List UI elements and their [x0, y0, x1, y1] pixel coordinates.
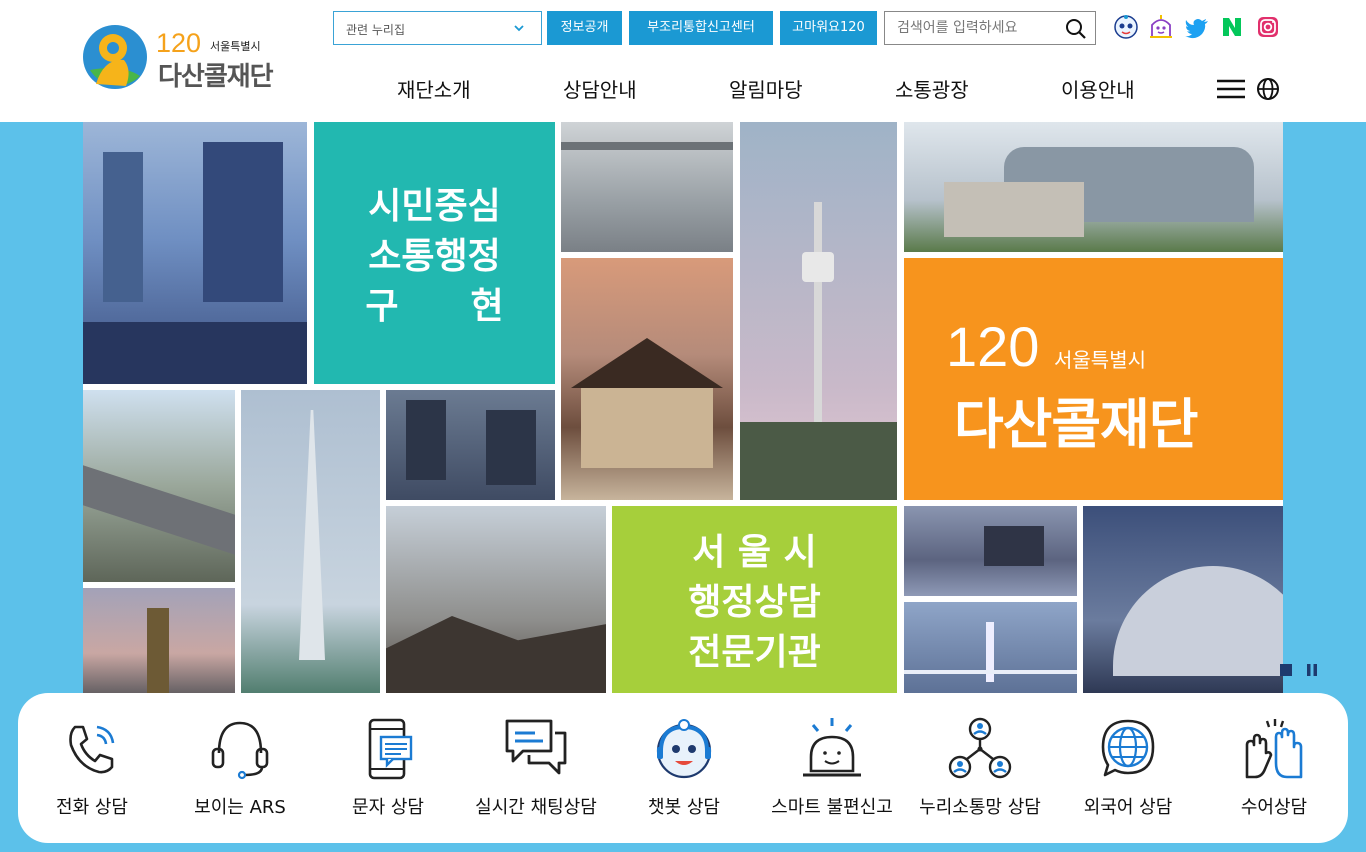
- search-input[interactable]: [885, 12, 1055, 44]
- hero-tile-number: 120: [946, 315, 1040, 378]
- nav-notice[interactable]: 알림마당: [729, 74, 803, 103]
- photo-yeouido: [83, 588, 235, 697]
- nav-foundation-intro[interactable]: 재단소개: [397, 74, 471, 103]
- quick-label: 전화 상담: [56, 797, 128, 818]
- photo-hanok-village: [386, 506, 606, 697]
- slide-stop-icon[interactable]: [1279, 663, 1293, 677]
- quick-label: 수어상담: [1240, 797, 1308, 818]
- sign-language-icon: [1245, 719, 1303, 779]
- photo-han-river-skyline: [904, 506, 1077, 596]
- slogan2-line-2: 행정상담: [688, 582, 821, 623]
- photo-city-hall: [904, 122, 1283, 252]
- quick-sns-counsel[interactable]: 누리소통망 상담: [906, 693, 1054, 843]
- quick-label: 스마트 불편신고: [771, 797, 893, 818]
- site-header: 120 서울특별시 다산콜재단 관련 누리집 정보공개 부조리통합신고센터 고마…: [0, 0, 1366, 122]
- robot-character-icon[interactable]: [1148, 13, 1174, 41]
- photo-lotte-tower: [241, 390, 380, 697]
- related-sites-select[interactable]: 관련 누리집: [333, 11, 542, 45]
- photo-ddp: [1083, 506, 1283, 697]
- logo-subtitle: 서울특별시: [210, 40, 261, 53]
- quick-live-chat[interactable]: 실시간 채팅상담: [462, 693, 610, 843]
- info-disclosure-button[interactable]: 정보공개: [547, 11, 622, 45]
- headset-icon: [211, 721, 269, 780]
- related-sites-label: 관련 누리집: [346, 23, 406, 37]
- photo-namsan-tower: [740, 122, 897, 500]
- search-box: [884, 11, 1096, 45]
- quick-text-counsel[interactable]: 문자 상담: [314, 693, 462, 843]
- chatbot-character-icon[interactable]: [1113, 13, 1139, 41]
- quick-service-menu: 전화 상담 보이는 ARS 문자 상담 실시간 채팅상담 챗봇 상담 스마트 불…: [18, 693, 1348, 843]
- logo-name: 다산콜재단: [158, 62, 274, 92]
- slogan2-line-1: 서 울 시: [692, 532, 817, 573]
- foundation-name-tile: 120 서울특별시 다산콜재단: [904, 258, 1283, 500]
- photo-bridge-night: [904, 602, 1077, 697]
- quick-label: 보이는 ARS: [194, 797, 286, 818]
- quick-foreign-language[interactable]: 외국어 상담: [1054, 693, 1202, 843]
- photo-cheonggyecheon: [83, 122, 307, 384]
- quick-label: 챗봇 상담: [648, 797, 720, 818]
- globe-icon[interactable]: [1256, 77, 1280, 101]
- logo-number: 120: [156, 28, 202, 58]
- slogan-tile-citizen: 시민중심 소통행정 구 현: [314, 122, 555, 384]
- photo-bridge-underpass: [561, 122, 733, 252]
- slogan-line-2: 소통행정: [368, 236, 501, 277]
- quick-phone-counsel[interactable]: 전화 상담: [18, 693, 166, 843]
- slogan2-line-3: 전문기관: [688, 632, 821, 673]
- quick-sign-language[interactable]: 수어상담: [1200, 693, 1348, 843]
- nav-usage-guide[interactable]: 이용안내: [1061, 74, 1135, 103]
- nav-counseling-guide[interactable]: 상담안내: [563, 74, 637, 103]
- alarm-bell-icon: [803, 718, 861, 777]
- mobile-message-icon: [368, 718, 413, 780]
- quick-label: 외국어 상담: [1083, 797, 1173, 818]
- globe-speech-icon: [1101, 719, 1155, 777]
- slogan-line-1: 시민중심: [368, 186, 501, 227]
- corruption-report-button[interactable]: 부조리통합신고센터: [629, 11, 773, 45]
- nav-communication[interactable]: 소통광장: [895, 74, 969, 103]
- photo-highway: [83, 390, 235, 582]
- logo-mark-icon: [83, 25, 147, 89]
- quick-label: 실시간 채팅상담: [475, 797, 597, 818]
- twitter-icon[interactable]: [1184, 13, 1210, 41]
- quick-label: 누리소통망 상담: [919, 797, 1041, 818]
- photo-gangnam: [386, 390, 555, 500]
- thanks-120-button[interactable]: 고마워요120: [780, 11, 877, 45]
- quick-visible-ars[interactable]: 보이는 ARS: [166, 693, 314, 843]
- site-logo[interactable]: 120 서울특별시 다산콜재단: [82, 24, 292, 92]
- instagram-icon[interactable]: [1255, 13, 1281, 41]
- hamburger-menu-icon[interactable]: [1216, 78, 1246, 100]
- quick-chatbot[interactable]: 챗봇 상담: [610, 693, 758, 843]
- chevron-down-icon: [514, 25, 524, 32]
- quick-label: 문자 상담: [352, 797, 424, 818]
- photo-gyeongbokgung-gate: [561, 258, 733, 500]
- slide-pause-icon[interactable]: [1305, 663, 1319, 677]
- hero-tile-name: 다산콜재단: [954, 393, 1198, 456]
- quick-smart-report[interactable]: 스마트 불편신고: [758, 693, 906, 843]
- chatbot-icon: [656, 719, 712, 779]
- naver-blog-icon[interactable]: [1219, 13, 1245, 41]
- search-icon[interactable]: [1065, 18, 1087, 40]
- slogan-tile-counseling: 서 울 시 행정상담 전문기관: [612, 506, 897, 697]
- network-users-icon: [948, 717, 1012, 779]
- hero-tile-subtitle: 서울특별시: [1054, 348, 1146, 372]
- phone-icon: [69, 725, 115, 774]
- slogan-line-3: 구 현: [365, 286, 504, 327]
- chat-bubbles-icon: [505, 719, 567, 775]
- hero-banner: 시민중심 소통행정 구 현 120 서울특별시 다산콜재단 서 울 시 행정상담…: [83, 122, 1283, 697]
